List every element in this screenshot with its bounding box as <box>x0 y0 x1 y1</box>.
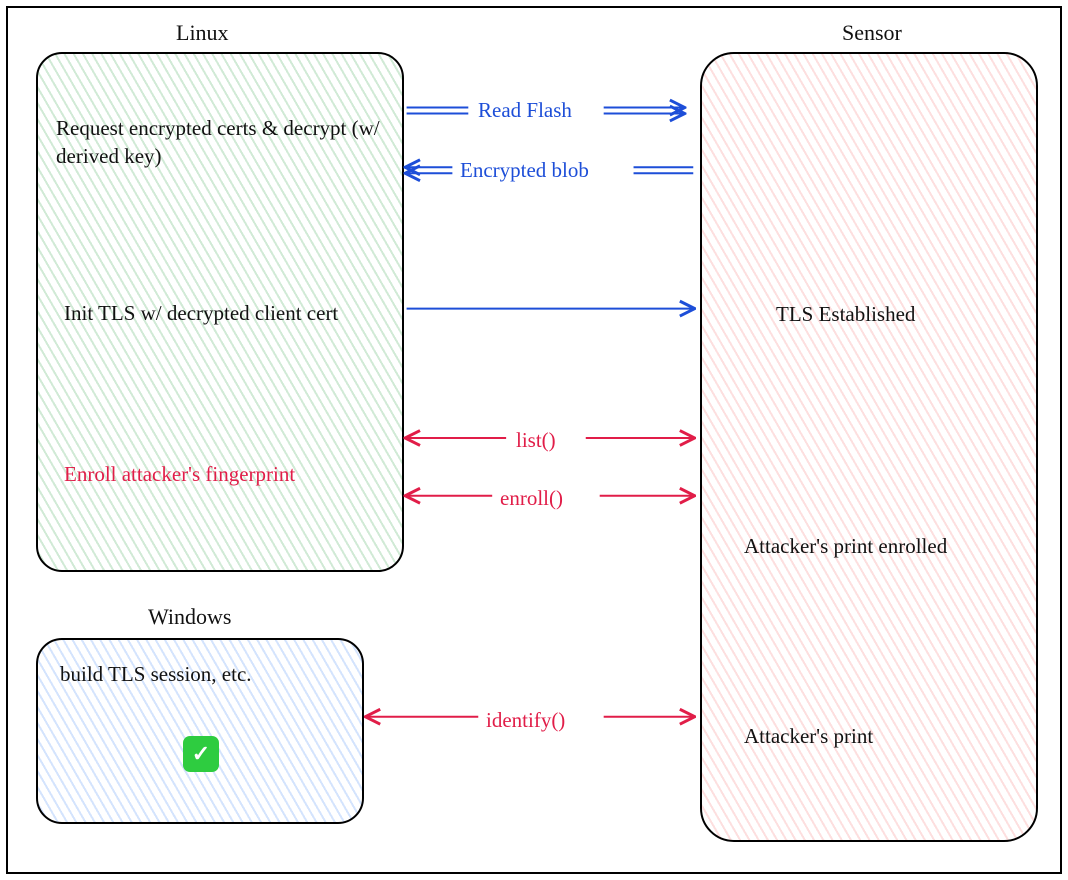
windows-box: build TLS session, etc. ✓ <box>36 638 364 824</box>
windows-build-text: build TLS session, etc. <box>60 662 360 687</box>
sensor-box: TLS Established Attacker's print enrolle… <box>700 52 1038 842</box>
sensor-attacker-print-text: Attacker's print <box>744 724 1024 749</box>
check-icon: ✓ <box>183 736 219 772</box>
windows-title: Windows <box>148 604 231 630</box>
arrow-label-enroll: enroll() <box>500 486 563 511</box>
linux-box: Request encrypted certs & decrypt (w/ de… <box>36 52 404 572</box>
arrow-label-list: list() <box>516 428 556 453</box>
check-glyph: ✓ <box>192 741 210 767</box>
arrow-label-encrypted-blob: Encrypted blob <box>460 158 589 183</box>
diagram-frame: Linux Windows Sensor Request encrypted c… <box>6 6 1062 874</box>
linux-title: Linux <box>176 20 229 46</box>
arrow-label-read-flash: Read Flash <box>478 98 572 123</box>
linux-request-text: Request encrypted certs & decrypt (w/ de… <box>56 114 386 171</box>
sensor-title: Sensor <box>842 20 902 46</box>
arrow-label-identify: identify() <box>486 708 565 733</box>
sensor-tls-established-text: TLS Established <box>776 302 1026 327</box>
sensor-attacker-enrolled-text: Attacker's print enrolled <box>744 532 1024 560</box>
linux-init-tls-text: Init TLS w/ decrypted client cert <box>64 299 384 327</box>
linux-enroll-attacker-text: Enroll attacker's fingerprint <box>64 460 364 488</box>
